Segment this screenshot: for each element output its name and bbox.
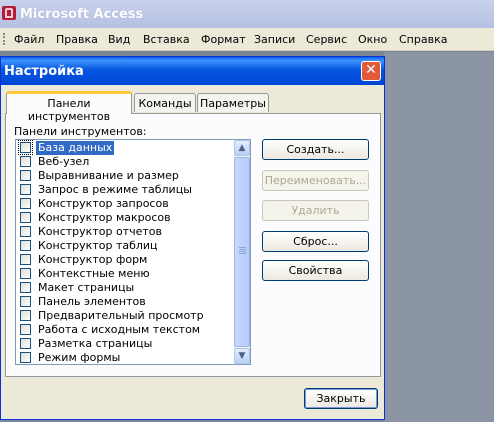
access-logo-icon — [2, 6, 16, 20]
properties-button[interactable]: Свойства — [262, 260, 369, 281]
list-item-label: Веб-узел — [38, 155, 90, 168]
menu-tools[interactable]: Сервис — [306, 33, 347, 46]
list-item-label: Режим формы — [38, 351, 121, 364]
list-item-label: Работа с исходным текстом — [38, 323, 201, 336]
tab-options[interactable]: Параметры — [197, 93, 269, 112]
list-item[interactable]: Выравнивание и размер — [16, 169, 235, 183]
list-item-label: Выравнивание и размер — [38, 169, 179, 182]
toolbar-checkbox[interactable] — [20, 226, 31, 237]
reset-button[interactable]: Сброс... — [262, 231, 369, 252]
menu-help[interactable]: Справка — [399, 33, 447, 46]
list-item[interactable]: База данных — [16, 140, 235, 155]
list-item[interactable]: Конструктор макросов — [16, 211, 235, 225]
list-item[interactable]: Веб-узел — [16, 155, 235, 169]
menu-view[interactable]: Вид — [108, 33, 130, 46]
toolbar-checkbox[interactable] — [20, 268, 31, 279]
menu-edit[interactable]: Правка — [56, 33, 98, 46]
list-item-label: Контекстные меню — [38, 267, 150, 280]
tab-toolbars[interactable]: Панели инструментов — [6, 91, 132, 123]
list-item[interactable]: Работа с исходным текстом — [16, 323, 235, 337]
customize-dialog: Настройка ✕ Панели инструментов Команды … — [0, 56, 385, 420]
list-item-label: Конструктор отчетов — [38, 225, 162, 238]
list-item-label: Конструктор запросов — [38, 197, 169, 210]
scroll-up-icon[interactable]: ▲ — [234, 140, 250, 156]
toolbar-checkbox[interactable] — [20, 352, 31, 363]
toolbar-checkbox[interactable] — [20, 310, 31, 321]
menu-records[interactable]: Записи — [254, 33, 295, 46]
toolbar-checkbox[interactable] — [20, 170, 31, 181]
list-item[interactable]: Предварительный просмотр — [16, 309, 235, 323]
toolbar-checkbox[interactable] — [18, 140, 33, 155]
list-item-label: Макет страницы — [38, 281, 135, 294]
toolbar-checkbox[interactable] — [20, 324, 31, 335]
delete-button[interactable]: Удалить — [262, 200, 369, 221]
menu-format[interactable]: Формат — [201, 33, 246, 46]
toolbar-checkbox[interactable] — [20, 240, 31, 251]
list-item[interactable]: Разметка страницы — [16, 337, 235, 351]
app-title-bar: Microsoft Access — [0, 0, 494, 28]
list-item[interactable]: Конструктор форм — [16, 253, 235, 267]
menu-bar: Файл Правка Вид Вставка Формат Записи Се… — [0, 28, 494, 51]
list-item-label: Предварительный просмотр — [38, 309, 204, 322]
toolbars-list-label: Панели инструментов: — [14, 125, 147, 138]
toolbar-checkbox[interactable] — [20, 212, 31, 223]
list-item-label: База данных — [36, 141, 115, 155]
dialog-title: Настройка — [4, 64, 84, 79]
list-item[interactable]: Контекстные меню — [16, 267, 235, 281]
list-item[interactable]: Макет страницы — [16, 281, 235, 295]
list-item-label: Запрос в режиме таблицы — [38, 183, 192, 196]
list-item[interactable]: Панель элементов — [16, 295, 235, 309]
scroll-down-icon[interactable]: ▼ — [234, 348, 250, 364]
toolbar-checkbox[interactable] — [20, 198, 31, 209]
tab-commands[interactable]: Команды — [134, 93, 196, 112]
toolbar-checkbox[interactable] — [20, 184, 31, 195]
list-item[interactable]: Режим формы — [16, 351, 235, 364]
close-button[interactable]: Закрыть — [304, 388, 378, 409]
tab-toolbars-label: Панели инструментов — [27, 97, 111, 123]
menu-window[interactable]: Окно — [358, 33, 387, 46]
toolbars-listbox[interactable]: База данных Веб-узел Выравнивание и разм… — [15, 139, 251, 365]
toolbar-grip-icon[interactable] — [3, 33, 7, 45]
tab-commands-label: Команды — [138, 97, 192, 110]
list-item[interactable]: Конструктор запросов — [16, 197, 235, 211]
close-icon[interactable]: ✕ — [361, 61, 381, 81]
list-scrollbar[interactable]: ▲ ▼ — [234, 140, 250, 364]
toolbar-checkbox[interactable] — [20, 254, 31, 265]
rename-button[interactable]: Переименовать... — [262, 170, 369, 191]
toolbars-panel: Панели инструментов: База данных Веб-узе… — [5, 113, 381, 377]
list-item-label: Конструктор таблиц — [38, 239, 158, 252]
toolbar-checkbox[interactable] — [20, 338, 31, 349]
create-button[interactable]: Создать... — [262, 139, 369, 160]
list-item-label: Панель элементов — [38, 295, 146, 308]
toolbar-checkbox[interactable] — [20, 156, 31, 167]
tab-options-label: Параметры — [200, 97, 266, 110]
scroll-thumb[interactable] — [234, 157, 250, 347]
toolbar-checkbox[interactable] — [20, 296, 31, 307]
menu-insert[interactable]: Вставка — [143, 33, 190, 46]
menu-file[interactable]: Файл — [14, 33, 44, 46]
list-item-label: Разметка страницы — [38, 337, 153, 350]
app-title: Microsoft Access — [20, 7, 144, 22]
dialog-title-bar[interactable]: Настройка ✕ — [1, 57, 384, 85]
list-item[interactable]: Запрос в режиме таблицы — [16, 183, 235, 197]
list-item[interactable]: Конструктор отчетов — [16, 225, 235, 239]
toolbar-checkbox[interactable] — [20, 282, 31, 293]
list-item[interactable]: Конструктор таблиц — [16, 239, 235, 253]
workspace-edge — [384, 52, 494, 422]
list-item-label: Конструктор форм — [38, 253, 148, 266]
list-item-label: Конструктор макросов — [38, 211, 171, 224]
